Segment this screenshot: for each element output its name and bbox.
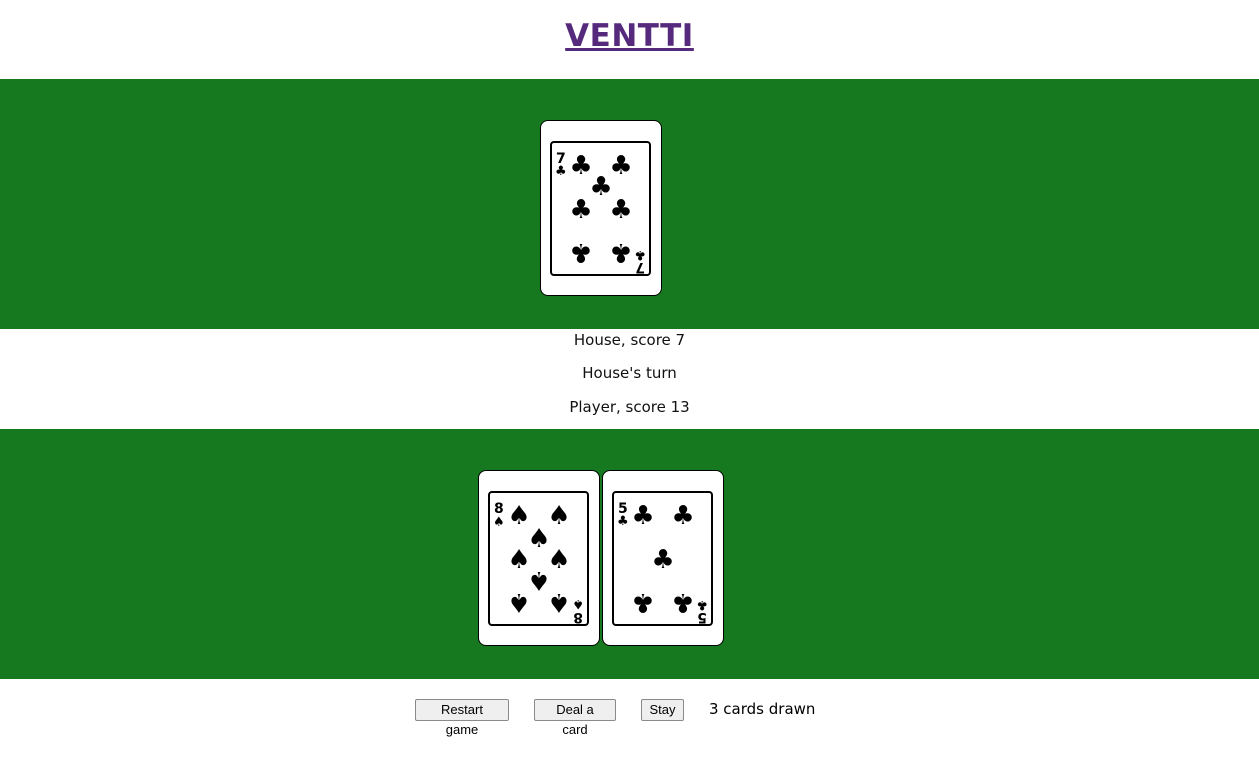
card-face-8-spades: 8 ♠ ♠ ♠ ♠ ♠ ♠ ♠ ♠ ♠ 8 ♠ xyxy=(488,491,589,626)
svg-text:♠: ♠ xyxy=(507,545,530,575)
card-face-7-clubs: 7 ♣ ♣ ♣ ♣ ♣ ♣ ♣ ♣ 7 ♣ xyxy=(550,141,651,276)
turn-status: House's turn xyxy=(582,364,677,382)
svg-text:♣: ♣ xyxy=(569,195,592,225)
title-link[interactable]: VENTTI xyxy=(565,18,694,54)
svg-text:♣: ♣ xyxy=(617,514,629,529)
svg-text:♠: ♠ xyxy=(493,515,505,530)
svg-text:♣: ♣ xyxy=(696,597,708,612)
svg-text:♣: ♣ xyxy=(609,237,632,267)
player-score: Player, score 13 xyxy=(569,398,690,416)
svg-text:♣: ♣ xyxy=(569,237,592,267)
svg-text:♠: ♠ xyxy=(507,587,530,617)
house-card-1: 7 ♣ ♣ ♣ ♣ ♣ ♣ ♣ ♣ 7 ♣ xyxy=(540,120,662,296)
card-suit-small-top: ♣ xyxy=(555,164,567,179)
svg-text:♠: ♠ xyxy=(547,587,570,617)
svg-text:♣: ♣ xyxy=(631,501,654,531)
svg-text:♣: ♣ xyxy=(671,501,694,531)
restart-game-button[interactable]: Restart game xyxy=(415,699,509,737)
svg-text:♣: ♣ xyxy=(631,587,654,617)
player-card-1: 8 ♠ ♠ ♠ ♠ ♠ ♠ ♠ ♠ ♠ 8 ♠ xyxy=(478,470,600,646)
svg-text:♠: ♠ xyxy=(572,596,584,611)
svg-text:♣: ♣ xyxy=(651,545,674,575)
cards-drawn-count: 3 cards drawn xyxy=(709,700,816,718)
player-card-2: 5 ♣ ♣ ♣ ♣ ♣ ♣ 5 ♣ xyxy=(602,470,724,646)
svg-text:♣: ♣ xyxy=(634,247,646,262)
house-table: 7 ♣ ♣ ♣ ♣ ♣ ♣ ♣ ♣ 7 ♣ xyxy=(0,79,1259,329)
svg-text:♠: ♠ xyxy=(547,501,570,531)
header: VENTTI xyxy=(0,0,1259,79)
svg-text:♣: ♣ xyxy=(671,587,694,617)
house-score: House, score 7 xyxy=(573,331,686,349)
svg-text:♣: ♣ xyxy=(609,195,632,225)
controls-bar: Restart game Deal a card Stay 3 cards dr… xyxy=(0,699,1259,737)
card-face-5-clubs: 5 ♣ ♣ ♣ ♣ ♣ ♣ 5 ♣ xyxy=(612,491,713,626)
deal-card-button[interactable]: Deal a card xyxy=(534,699,616,737)
stay-button[interactable]: Stay xyxy=(641,699,684,721)
page-title: VENTTI xyxy=(0,18,1259,54)
player-table: 8 ♠ ♠ ♠ ♠ ♠ ♠ ♠ ♠ ♠ 8 ♠ 5 ♣ ♣ ♣ ♣ ♣ ♣ 5 … xyxy=(0,429,1259,679)
svg-text:♣: ♣ xyxy=(609,151,632,181)
